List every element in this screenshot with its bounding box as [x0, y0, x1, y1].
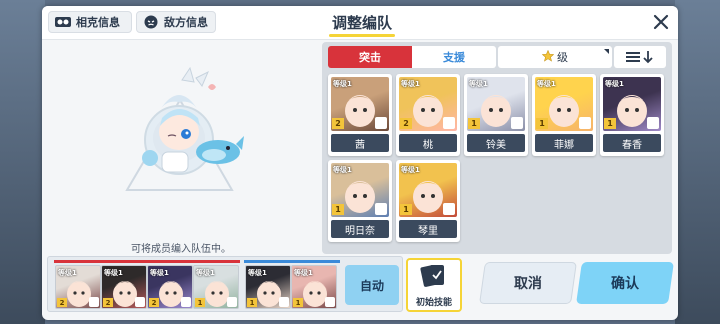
star-rank-badge: 2: [57, 298, 67, 307]
star-rank-badge: 2: [332, 118, 344, 129]
team-slot[interactable]: 等级1 1: [291, 265, 337, 309]
matchup-info-label: 相克信息: [76, 16, 120, 29]
enemy-info-label: 敌方信息: [164, 16, 208, 29]
confirm-label: 确认: [611, 276, 639, 292]
level-label: 等级1: [150, 269, 169, 277]
character-name: 春香: [603, 134, 661, 152]
initial-skill-label: 初始技能: [415, 298, 452, 308]
matchup-icon: [55, 15, 71, 29]
close-icon[interactable]: [651, 12, 671, 32]
level-label: 等级1: [401, 166, 420, 174]
character-name: 铃美: [467, 134, 525, 152]
character-preview: 可将成员编入队伍中。: [42, 40, 320, 255]
team-slot[interactable]: 等级1 1: [245, 265, 291, 309]
tab-special[interactable]: 支援: [412, 46, 496, 68]
roster-card[interactable]: 等级1 2 茜: [328, 74, 392, 156]
sort-label: 级: [557, 51, 568, 64]
sort-order-icon: [626, 51, 653, 64]
class-icon: [579, 117, 591, 129]
page-title: 调整编队: [331, 14, 392, 32]
star-rank-badge: 2: [400, 118, 412, 129]
class-icon: [511, 117, 523, 129]
character-name: 茜: [331, 134, 389, 152]
star-icon: [541, 49, 555, 65]
roster-card[interactable]: 等级1 1 春香: [600, 74, 664, 156]
star-rank-badge: 1: [293, 298, 303, 307]
striker-slots-bar: [54, 260, 240, 263]
team-slot[interactable]: 等级1 2: [101, 265, 147, 309]
roster-card[interactable]: 等级1 1 菲娜: [532, 74, 596, 156]
character-name: 桃: [399, 134, 457, 152]
header: 相克信息 敌方信息 调整编队: [42, 6, 678, 40]
sort-by-level-button[interactable]: 级: [498, 46, 612, 68]
roster-panel: 突击 支援 级 等级1 2 茜等级1 2 桃等级1 1 铃美 等级1 1 菲娜 等级1 1 春香 等级1 1…: [322, 42, 672, 254]
star-rank-badge: 1: [536, 118, 548, 129]
level-label: 等级1: [605, 80, 624, 88]
level-label: 等级1: [401, 80, 420, 88]
sort-order-button[interactable]: [614, 46, 666, 68]
level-label: 等级1: [294, 269, 313, 277]
level-label: 等级1: [196, 269, 215, 277]
enemy-icon: [143, 15, 159, 29]
bottom-bar: 等级1 2 等级1 2 等级1 2 等级1 1 等级1 1 等级1 1 自动 初始技能 取消 确认: [42, 256, 678, 320]
star-rank-badge: 1: [195, 298, 205, 307]
class-icon: [443, 117, 455, 129]
dropdown-corner-icon: [604, 49, 609, 54]
preview-hint: 可将成员编入队伍中。: [131, 244, 231, 255]
star-rank-badge: 1: [332, 204, 344, 215]
star-rank-badge: 1: [247, 298, 257, 307]
special-slots-bar: [244, 260, 340, 263]
team-lineup: 等级1 2 等级1 2 等级1 2 等级1 1 等级1 1 等级1 1 自动: [47, 256, 403, 312]
level-label: 等级1: [104, 269, 123, 277]
enemy-info-button[interactable]: 敌方信息: [136, 11, 216, 33]
class-icon: [89, 297, 99, 307]
class-icon: [375, 117, 387, 129]
preview-illustration: [125, 66, 244, 191]
class-icon: [279, 297, 289, 307]
team-slot[interactable]: 等级1 2: [147, 265, 193, 309]
class-icon: [181, 297, 191, 307]
cancel-label: 取消: [514, 276, 542, 292]
level-label: 等级1: [469, 80, 488, 88]
level-label: 等级1: [537, 80, 556, 88]
cancel-button[interactable]: 取消: [479, 262, 577, 304]
level-label: 等级1: [333, 166, 352, 174]
background-right: [675, 0, 720, 324]
level-label: 等级1: [333, 80, 352, 88]
auto-button[interactable]: 自动: [345, 265, 399, 305]
formation-panel: 相克信息 敌方信息 调整编队 可将成员编入队伍中。 突击 支援 级 等级1 2 …: [42, 6, 678, 320]
star-rank-badge: 1: [604, 118, 616, 129]
star-rank-badge: 2: [149, 298, 159, 307]
type-tabs: 突击 支援: [328, 46, 496, 68]
character-name: 琴里: [399, 220, 457, 238]
star-rank-badge: 2: [103, 298, 113, 307]
background-left: [0, 0, 45, 324]
class-icon: [375, 203, 387, 215]
initial-skill-button[interactable]: 初始技能: [406, 258, 462, 312]
level-label: 等级1: [58, 269, 77, 277]
character-name: 明日奈: [331, 220, 389, 238]
roster-card[interactable]: 等级1 2 桃: [396, 74, 460, 156]
roster-card[interactable]: 等级1 1 明日奈: [328, 160, 392, 242]
matchup-info-button[interactable]: 相克信息: [48, 11, 132, 33]
roster-card[interactable]: 等级1 1 铃美: [464, 74, 528, 156]
class-icon: [647, 117, 659, 129]
confirm-button[interactable]: 确认: [576, 262, 674, 304]
team-slot[interactable]: 等级1 1: [193, 265, 239, 309]
team-slot[interactable]: 等级1 2: [55, 265, 101, 309]
star-rank-badge: 1: [468, 118, 480, 129]
character-name: 菲娜: [535, 134, 593, 152]
class-icon: [325, 297, 335, 307]
tab-striker[interactable]: 突击: [328, 46, 412, 68]
class-icon: [443, 203, 455, 215]
level-label: 等级1: [248, 269, 267, 277]
star-rank-badge: 1: [400, 204, 412, 215]
class-icon: [227, 297, 237, 307]
roster-card[interactable]: 等级1 1 琴里: [396, 160, 460, 242]
skill-cards-icon: [420, 265, 444, 287]
class-icon: [135, 297, 145, 307]
title-underline: [329, 34, 395, 37]
